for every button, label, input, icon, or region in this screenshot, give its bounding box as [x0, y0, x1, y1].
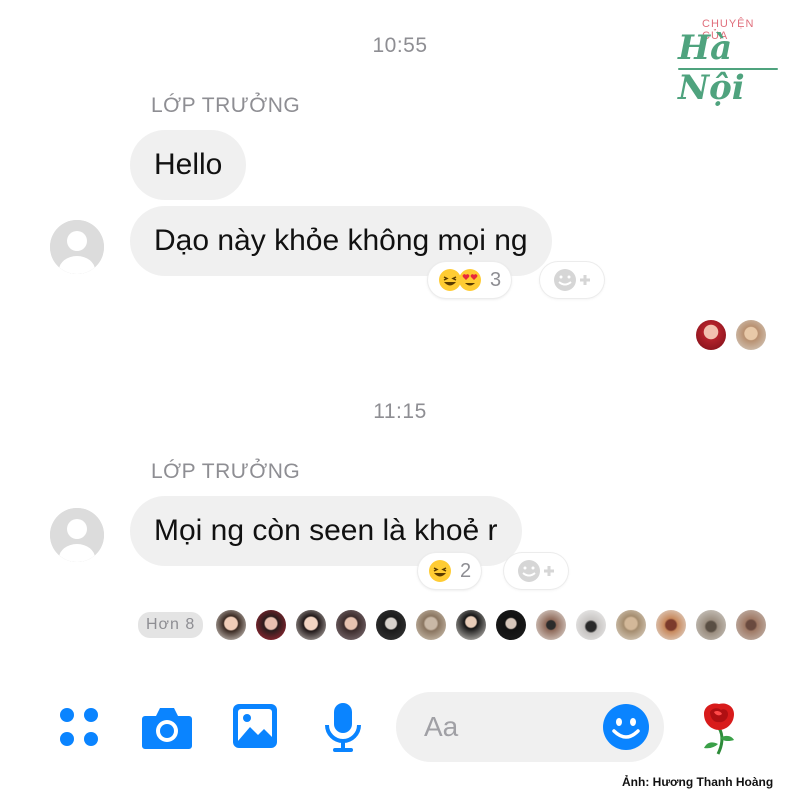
seen-more-badge[interactable]: Hơn 8 — [138, 612, 204, 638]
gallery-button[interactable] — [232, 703, 278, 749]
smiley-icon — [603, 704, 649, 750]
message-text: Dạo này khỏe không mọi ng — [154, 224, 528, 257]
reaction-summary[interactable]: 2 — [418, 553, 482, 589]
seen-avatar[interactable] — [576, 610, 606, 640]
add-reaction-button[interactable] — [540, 262, 604, 298]
add-reaction-icon — [554, 269, 590, 291]
seen-avatar[interactable] — [496, 610, 526, 640]
voice-record-button[interactable] — [324, 701, 362, 753]
reaction-summary[interactable]: 3 — [428, 262, 512, 298]
message-text: Mọi ng còn seen là khoẻ r — [154, 514, 498, 547]
message-text: Hello — [154, 148, 223, 181]
camera-button[interactable] — [141, 702, 193, 752]
sender-name: LỚP TRƯỞNG — [151, 460, 301, 483]
grinning-squint-face-icon — [429, 560, 451, 582]
seen-avatar[interactable] — [256, 610, 286, 640]
emoji-button[interactable] — [602, 703, 650, 751]
seen-avatar[interactable] — [296, 610, 326, 640]
rose-icon — [704, 703, 734, 755]
seen-avatar[interactable] — [376, 610, 406, 640]
microphone-icon — [325, 703, 361, 752]
message-input[interactable]: Aa — [396, 692, 664, 762]
seen-avatar[interactable] — [416, 610, 446, 640]
timestamp: 10:55 — [372, 34, 428, 57]
add-reaction-button[interactable] — [504, 553, 568, 589]
sender-name: LỚP TRƯỞNG — [151, 94, 301, 117]
reaction-count: 3 — [490, 268, 502, 291]
default-avatar-icon — [50, 220, 104, 274]
four-dots-icon — [60, 708, 98, 746]
seen-avatar[interactable] — [456, 610, 486, 640]
logo-underline — [678, 68, 778, 70]
quick-reaction-button[interactable] — [694, 700, 744, 756]
sender-avatar[interactable] — [50, 508, 104, 562]
message-bubble[interactable]: Hello — [130, 130, 247, 200]
apps-menu-button[interactable] — [56, 704, 102, 750]
sender-avatar[interactable] — [50, 220, 104, 274]
seen-avatar[interactable] — [736, 610, 766, 640]
seen-avatar[interactable] — [336, 610, 366, 640]
default-avatar-icon — [50, 508, 104, 562]
reaction-count: 2 — [460, 559, 472, 582]
message-input-placeholder: Aa — [424, 711, 459, 742]
seen-avatar[interactable] — [616, 610, 646, 640]
seen-avatar[interactable] — [696, 320, 726, 350]
photo-credit: Ảnh: Hương Thanh Hoàng — [622, 775, 774, 789]
seen-avatar[interactable] — [696, 610, 726, 640]
seen-avatar[interactable] — [656, 610, 686, 640]
timestamp: 11:15 — [373, 400, 427, 423]
photo-gallery-icon — [233, 704, 277, 748]
seen-avatar[interactable] — [736, 320, 766, 350]
seen-avatar[interactable] — [216, 610, 246, 640]
camera-icon — [142, 708, 192, 749]
seen-avatar[interactable] — [536, 610, 566, 640]
add-reaction-icon — [518, 560, 554, 582]
heart-eyes-face-icon — [459, 269, 481, 291]
